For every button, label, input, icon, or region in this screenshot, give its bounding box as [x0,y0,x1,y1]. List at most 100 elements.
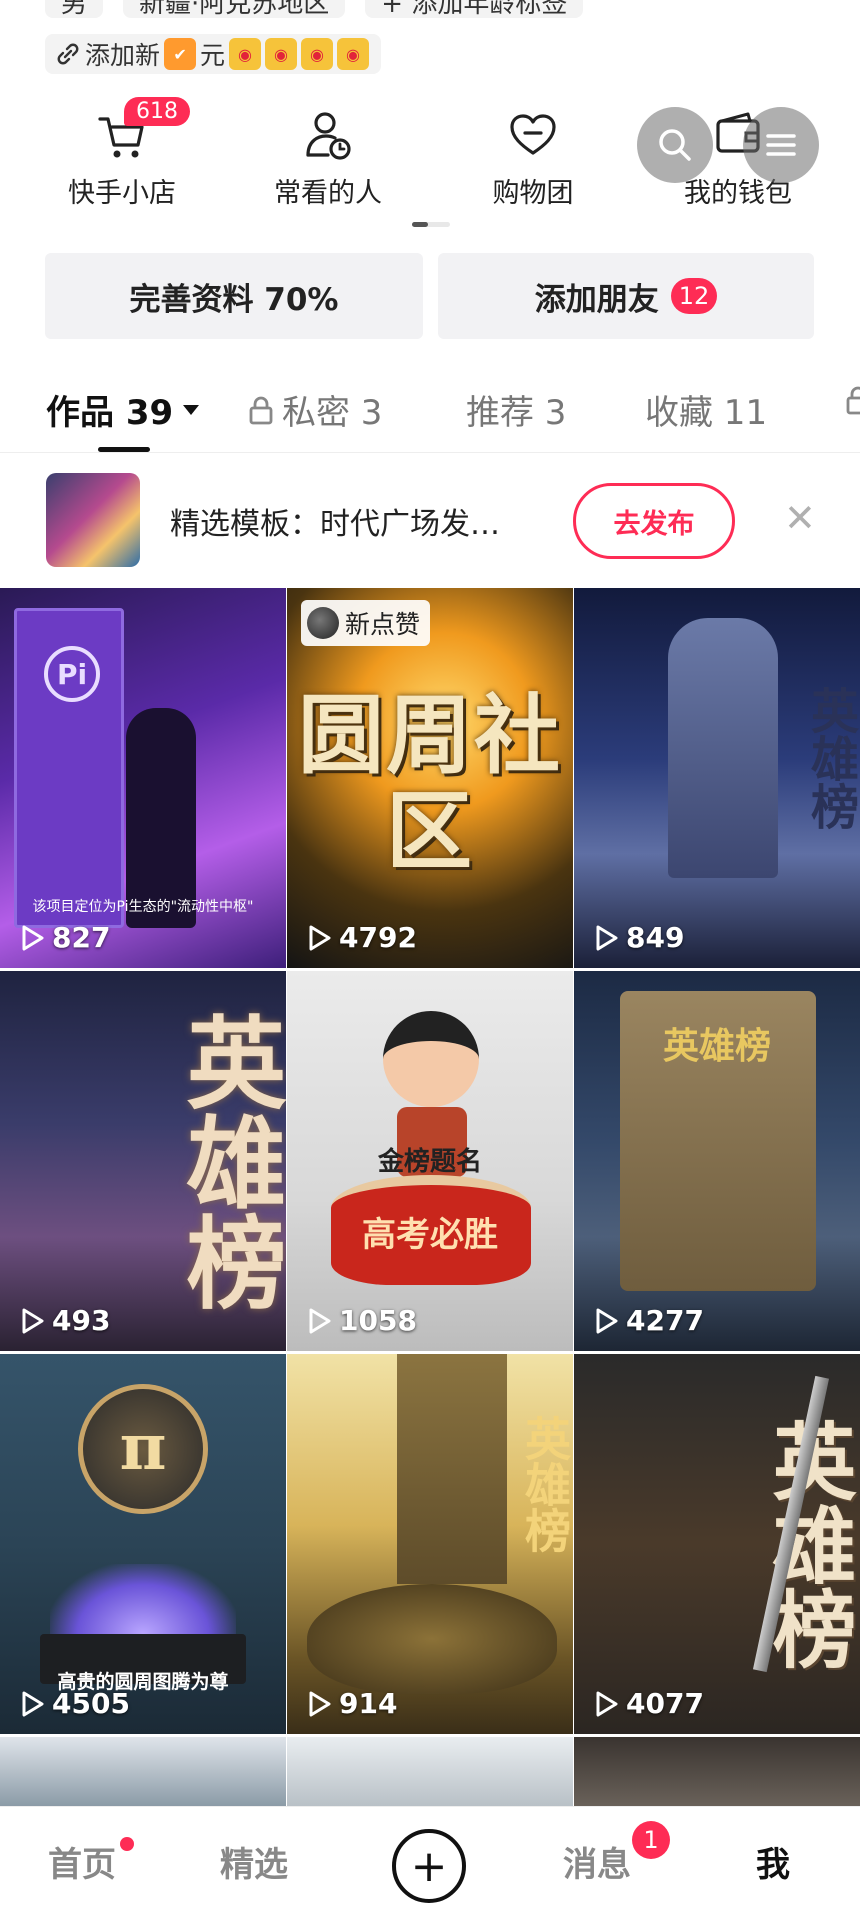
lock-icon [249,396,273,424]
add-friends-button[interactable]: 添加朋友 12 [438,253,814,339]
quick-entries: 618 快手小店 常看的人 购物团 我的钱包 [0,97,860,215]
avatar [307,607,339,639]
view-count: 4792 [307,921,417,954]
video-tile[interactable] [287,1737,573,1807]
plus-icon: + [410,1840,448,1892]
weibo-badge-icon: ◉ [229,38,262,70]
quick-entries-scroll-indicator [412,222,450,227]
video-tile[interactable] [0,1737,286,1807]
video-tile[interactable]: 金榜题名 高考必胜 1058 [287,971,573,1351]
play-icon [596,925,618,950]
close-icon[interactable]: ✕ [784,499,816,537]
profile-tabs: 作品 39 私密 3 推荐 3 收藏 11 [0,375,860,455]
video-caption: 该项目定位为Pi生态的"流动性中枢" [32,899,254,915]
caret-down-icon [183,404,200,415]
search-button[interactable] [637,107,713,183]
create-button[interactable]: + [392,1829,466,1903]
menu-button[interactable] [743,107,819,183]
person-clock-icon [306,112,351,160]
tab-label: 作品 39 [46,393,174,433]
tab-liked[interactable] [845,385,860,415]
video-title: π [119,1410,167,1485]
quick-entry-shop[interactable]: 618 快手小店 [42,97,202,210]
video-tile[interactable]: 英雄榜 4077 [574,1354,860,1734]
video-tile[interactable] [574,1737,860,1807]
nav-featured[interactable]: 精选 [220,1837,288,1886]
shop-badge: 618 [124,97,190,126]
profile-tags-row: 男 新疆·阿克苏地区 + 添加年龄标签 [45,0,584,19]
play-icon [596,1691,618,1716]
tab-works[interactable]: 作品 39 [46,385,201,434]
complete-profile-label: 完善资料 70% [129,281,339,318]
view-count-value: 4077 [626,1687,704,1720]
location-tag[interactable]: 新疆·阿克苏地区 [123,0,346,19]
tab-private[interactable]: 私密 3 [248,385,382,434]
weibo-badge-icon: ◉ [265,38,298,70]
play-icon [596,1308,618,1333]
video-tile[interactable]: 英雄榜 493 [0,971,286,1351]
tab-label: 推荐 3 [466,393,567,433]
verified-badge-icon: ✔ [164,38,197,70]
search-icon [659,129,691,161]
hamburger-menu-icon [766,134,796,156]
view-count: 493 [20,1304,110,1337]
view-count: 827 [20,921,110,954]
quick-entry-frequent[interactable]: 常看的人 [248,105,408,210]
view-count-value: 827 [52,921,111,954]
video-title: 英雄榜 [169,1011,286,1311]
add-social-tag[interactable]: 添加新 ✔ 元 ◉ ◉ ◉ ◉ [45,34,382,74]
tab-favorites[interactable]: 收藏 11 [645,385,767,434]
bottom-navigation: 首页 精选 + 消息 1 我 [0,1806,860,1920]
tab-label: 私密 3 [282,393,383,433]
nav-messages[interactable]: 消息 [563,1837,631,1886]
view-count-value: 4792 [339,921,417,954]
add-friends-label: 添加朋友 [534,281,659,318]
view-count: 4505 [20,1687,130,1720]
add-social-label: 添加新 [85,41,161,70]
link-icon [57,43,79,65]
video-tile[interactable]: Pi 该项目定位为Pi生态的"流动性中枢" 827 [0,588,286,968]
view-count-value: 849 [626,921,685,954]
play-icon [22,1691,44,1716]
view-count-value: 4505 [52,1687,130,1720]
publish-button[interactable]: 去发布 [573,483,735,559]
video-caption: 金榜题名 [377,1147,482,1177]
heart-group-icon [510,114,556,155]
quick-entry-label: 常看的人 [274,178,382,209]
new-like-tag: 新点赞 [301,600,431,646]
quick-entry-group[interactable]: 购物团 [453,105,613,210]
video-title: 高考必胜 [362,1215,498,1255]
add-age-tag[interactable]: + 添加年龄标签 [365,0,584,19]
view-count-value: 493 [52,1304,111,1337]
weibo-badge-icon: ◉ [301,38,334,70]
view-count: 4277 [594,1304,704,1337]
video-tile[interactable]: 英雄榜 4277 [574,971,860,1351]
video-tile[interactable]: 英雄榜 914 [287,1354,573,1734]
view-count: 4077 [594,1687,704,1720]
nav-home[interactable]: 首页 [48,1837,116,1886]
template-thumbnail[interactable] [46,473,140,567]
nav-me[interactable]: 我 [756,1837,790,1886]
view-count: 849 [594,921,684,954]
play-icon [309,1691,331,1716]
tabs-divider [0,452,860,453]
add-friends-badge: 12 [670,278,718,314]
home-notification-dot [120,1837,134,1851]
video-title: 英雄榜 [662,1026,771,1067]
view-count-value: 4277 [626,1304,704,1337]
complete-profile-button[interactable]: 完善资料 70% [45,253,423,339]
video-tile[interactable]: 圆周社区 新点赞 4792 [287,588,573,968]
tab-recommended[interactable]: 推荐 3 [466,385,566,434]
view-count: 914 [307,1687,397,1720]
quick-entry-label: 快手小店 [68,178,176,209]
gender-tag[interactable]: 男 [45,0,104,19]
play-icon [22,1308,44,1333]
video-tile[interactable]: 英雄榜 849 [574,588,860,968]
video-title: 英雄榜 [802,686,858,830]
play-icon [309,1308,331,1333]
promo-text[interactable]: 精选模板：时代广场发… [170,499,500,543]
lock-icon [846,386,860,415]
weibo-badge-icon: ◉ [337,38,370,70]
tab-label: 收藏 11 [645,393,768,433]
video-tile[interactable]: π 高贵的圆周图腾为尊 4505 [0,1354,286,1734]
